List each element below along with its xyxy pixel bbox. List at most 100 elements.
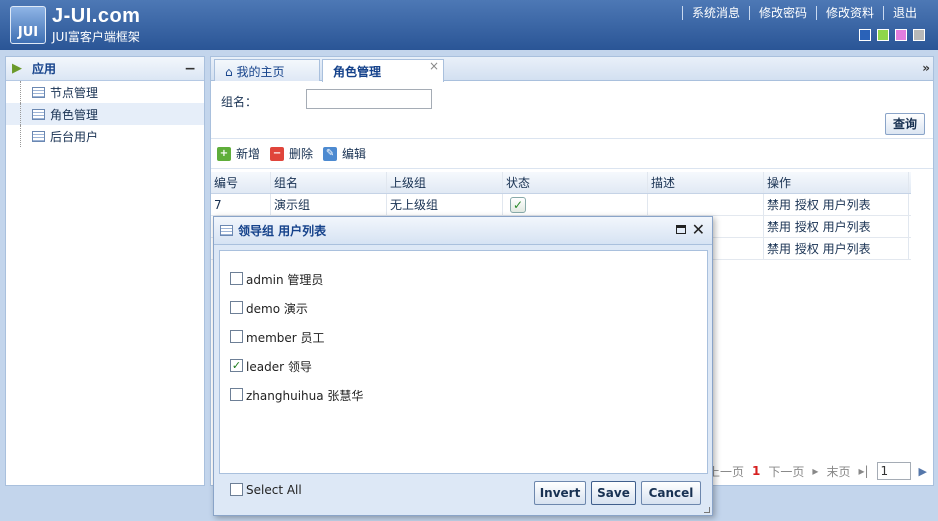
theme-gray[interactable] bbox=[913, 29, 925, 41]
app-subtitle: JUI富客户端框架 bbox=[52, 30, 140, 44]
select-all-label: Select All bbox=[246, 483, 302, 497]
table-icon bbox=[32, 108, 45, 120]
sidebar-item-admin-users[interactable]: 后台用户 bbox=[6, 125, 204, 147]
nav-logout[interactable]: 退出 bbox=[882, 6, 926, 20]
add-button[interactable]: + 新增 bbox=[217, 145, 260, 162]
column-header: 描述 bbox=[648, 172, 764, 193]
tab-list-icon[interactable]: » bbox=[922, 61, 930, 75]
nav-edit-profile[interactable]: 修改资料 bbox=[815, 6, 883, 20]
sidebar-item-node-management[interactable]: 节点管理 bbox=[6, 81, 204, 103]
checkbox[interactable] bbox=[230, 330, 243, 343]
table-icon bbox=[32, 86, 45, 98]
sidebar-header: ▶ 应用 − bbox=[6, 57, 204, 81]
sidebar-title: 应用 bbox=[32, 62, 57, 76]
user-option-leader[interactable]: ✓ leader 领导 bbox=[220, 352, 707, 381]
theme-blue[interactable] bbox=[859, 29, 871, 41]
cell-desc bbox=[648, 194, 764, 215]
user-option-label: demo 演示 bbox=[246, 302, 308, 316]
user-option-zhanghuihua[interactable]: zhanghuihua 张慧华 bbox=[220, 381, 707, 410]
sidebar-item-label: 节点管理 bbox=[50, 85, 99, 100]
column-header: 上级组 bbox=[387, 172, 503, 193]
next-page-link[interactable]: 下一页 bbox=[768, 463, 804, 480]
cell-ops[interactable]: 禁用 授权 用户列表 bbox=[764, 216, 909, 237]
cell-name: 演示组 bbox=[271, 194, 387, 215]
column-header: 操作 bbox=[764, 172, 909, 193]
dialog-title: 领导组 用户列表 bbox=[238, 224, 327, 238]
group-name-input[interactable] bbox=[306, 89, 432, 109]
sidebar-item-label: 角色管理 bbox=[50, 107, 99, 122]
checkbox[interactable] bbox=[230, 482, 243, 496]
checkbox[interactable] bbox=[230, 272, 243, 285]
cell-ops[interactable]: 禁用 授权 用户列表 bbox=[764, 238, 909, 259]
nav-change-password[interactable]: 修改密码 bbox=[748, 6, 816, 20]
user-list-dialog: 领导组 用户列表 ✕ admin 管理员 demo 演示 member 员工 ✓… bbox=[213, 216, 713, 516]
tab-close-icon[interactable]: × bbox=[429, 59, 439, 73]
user-option-member[interactable]: member 员工 bbox=[220, 323, 707, 352]
tab-label: 我的主页 bbox=[236, 65, 285, 79]
last-page-link[interactable]: 末页 bbox=[826, 463, 850, 480]
toolbar: + 新增 − 删除 ✎ 编辑 bbox=[211, 139, 933, 169]
user-option-label: admin 管理员 bbox=[246, 273, 324, 287]
column-header: 状态 bbox=[503, 172, 648, 193]
page-number-input[interactable]: 1 bbox=[876, 462, 911, 480]
cancel-button[interactable]: Cancel bbox=[641, 481, 701, 505]
tab-label: 角色管理 bbox=[333, 65, 382, 79]
app-title: J-UI.com bbox=[52, 5, 141, 27]
cell-parent: 无上级组 bbox=[387, 194, 503, 215]
checkbox[interactable] bbox=[230, 301, 243, 314]
user-option-demo[interactable]: demo 演示 bbox=[220, 294, 707, 323]
next-arrow-icon: ▸ bbox=[812, 464, 819, 478]
edit-button[interactable]: ✎ 编辑 bbox=[323, 145, 366, 162]
theme-pink[interactable] bbox=[895, 29, 907, 41]
collapse-icon[interactable]: − bbox=[184, 61, 196, 77]
add-icon: + bbox=[217, 146, 231, 161]
search-bar: 组名： 查询 bbox=[211, 81, 933, 139]
edit-icon: ✎ bbox=[323, 146, 338, 161]
save-button[interactable]: Save bbox=[591, 481, 636, 505]
delete-icon: − bbox=[270, 146, 285, 161]
column-header: 编号 bbox=[211, 172, 271, 193]
tab-role-management[interactable]: 角色管理 × bbox=[322, 59, 444, 82]
delete-button[interactable]: − 删除 bbox=[270, 145, 313, 162]
table-row[interactable]: 7 演示组 无上级组 ✓ 禁用 授权 用户列表 bbox=[211, 194, 911, 216]
cell-ops[interactable]: 禁用 授权 用户列表 bbox=[764, 194, 909, 215]
maximize-icon[interactable] bbox=[676, 225, 686, 234]
invert-button[interactable]: Invert bbox=[534, 481, 586, 505]
resize-handle-icon[interactable] bbox=[704, 507, 710, 513]
query-button[interactable]: 查询 bbox=[885, 113, 925, 135]
cell-id: 7 bbox=[211, 194, 271, 215]
user-checkbox-list: admin 管理员 demo 演示 member 员工 ✓ leader 领导 … bbox=[219, 250, 708, 474]
theme-switcher bbox=[859, 29, 925, 41]
close-icon[interactable]: ✕ bbox=[692, 220, 705, 239]
theme-green[interactable] bbox=[877, 29, 889, 41]
last-arrow-icon: ▸| bbox=[858, 464, 869, 478]
checkbox[interactable] bbox=[230, 388, 243, 401]
logo: JUI bbox=[10, 6, 46, 44]
dialog-header[interactable]: 领导组 用户列表 ✕ bbox=[214, 217, 712, 245]
add-label: 新增 bbox=[236, 147, 261, 161]
app-folder-icon: ▶ bbox=[12, 60, 22, 76]
go-page-icon[interactable]: ▶ bbox=[919, 465, 927, 478]
table-icon bbox=[220, 225, 233, 236]
checkbox-checked[interactable]: ✓ bbox=[230, 359, 243, 372]
cell-status: ✓ bbox=[503, 194, 648, 215]
prev-page-link[interactable]: 上一页 bbox=[708, 463, 744, 480]
top-nav: 系统消息 修改密码 修改资料 退出 bbox=[681, 6, 926, 20]
current-page: 1 bbox=[752, 464, 761, 478]
pagination: 上一页 1 下一页 ▸ 末页 ▸| 1 ▶ bbox=[708, 462, 927, 480]
status-ok-icon: ✓ bbox=[510, 196, 526, 213]
edit-label: 编辑 bbox=[342, 147, 367, 161]
column-header: 组名 bbox=[271, 172, 387, 193]
sidebar: ▶ 应用 − 节点管理 角色管理 后台用户 bbox=[5, 56, 205, 486]
tab-home[interactable]: ⌂ 我的主页 bbox=[214, 59, 320, 81]
select-all-checkbox[interactable]: Select All bbox=[230, 482, 302, 497]
sidebar-item-role-management[interactable]: 角色管理 bbox=[6, 103, 204, 125]
home-icon: ⌂ bbox=[225, 65, 233, 79]
user-option-label: leader 领导 bbox=[246, 360, 312, 374]
app-header: JUI J-UI.com JUI富客户端框架 系统消息 修改密码 修改资料 退出 bbox=[0, 0, 938, 50]
user-option-admin[interactable]: admin 管理员 bbox=[220, 265, 707, 294]
sidebar-item-label: 后台用户 bbox=[50, 129, 99, 144]
delete-label: 删除 bbox=[289, 147, 314, 161]
tab-bar: ⌂ 我的主页 角色管理 × » bbox=[211, 57, 933, 82]
nav-system-messages[interactable]: 系统消息 bbox=[681, 6, 749, 20]
